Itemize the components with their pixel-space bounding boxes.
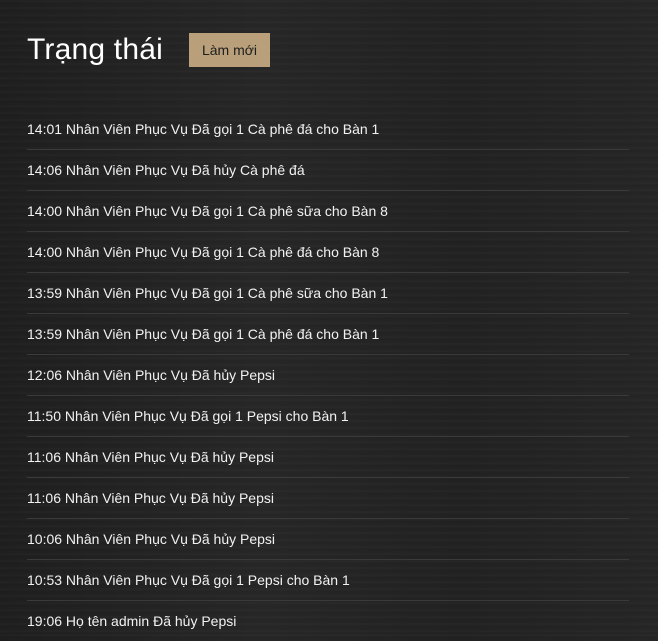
status-log-item: 11:06 Nhân Viên Phục Vụ Đã hủy Pepsi (27, 437, 629, 478)
status-log-item: 12:06 Nhân Viên Phục Vụ Đã hủy Pepsi (27, 355, 629, 396)
status-log-item: 14:01 Nhân Viên Phục Vụ Đã gọi 1 Cà phê … (27, 109, 629, 150)
status-log-item: 10:06 Nhân Viên Phục Vụ Đã hủy Pepsi (27, 519, 629, 560)
status-log-item: 11:06 Nhân Viên Phục Vụ Đã hủy Pepsi (27, 478, 629, 519)
status-log-item: 14:00 Nhân Viên Phục Vụ Đã gọi 1 Cà phê … (27, 191, 629, 232)
status-log-item: 14:00 Nhân Viên Phục Vụ Đã gọi 1 Cà phê … (27, 232, 629, 273)
status-log-item: 11:50 Nhân Viên Phục Vụ Đã gọi 1 Pepsi c… (27, 396, 629, 437)
refresh-button[interactable]: Làm mới (188, 33, 271, 67)
status-log-list: 14:01 Nhân Viên Phục Vụ Đã gọi 1 Cà phê … (27, 109, 629, 641)
status-log-item: 13:59 Nhân Viên Phục Vụ Đã gọi 1 Cà phê … (27, 314, 629, 355)
status-log-item: 10:53 Nhân Viên Phục Vụ Đã gọi 1 Pepsi c… (27, 560, 629, 601)
page-title: Trạng thái (27, 33, 163, 66)
status-log-item: 13:59 Nhân Viên Phục Vụ Đã gọi 1 Cà phê … (27, 273, 629, 314)
page-header: Trạng thái Làm mới (27, 30, 271, 70)
status-log-item: 19:06 Họ tên admin Đã hủy Pepsi (27, 613, 237, 629)
status-log-item: 14:06 Nhân Viên Phục Vụ Đã hủy Cà phê đá (27, 150, 629, 191)
